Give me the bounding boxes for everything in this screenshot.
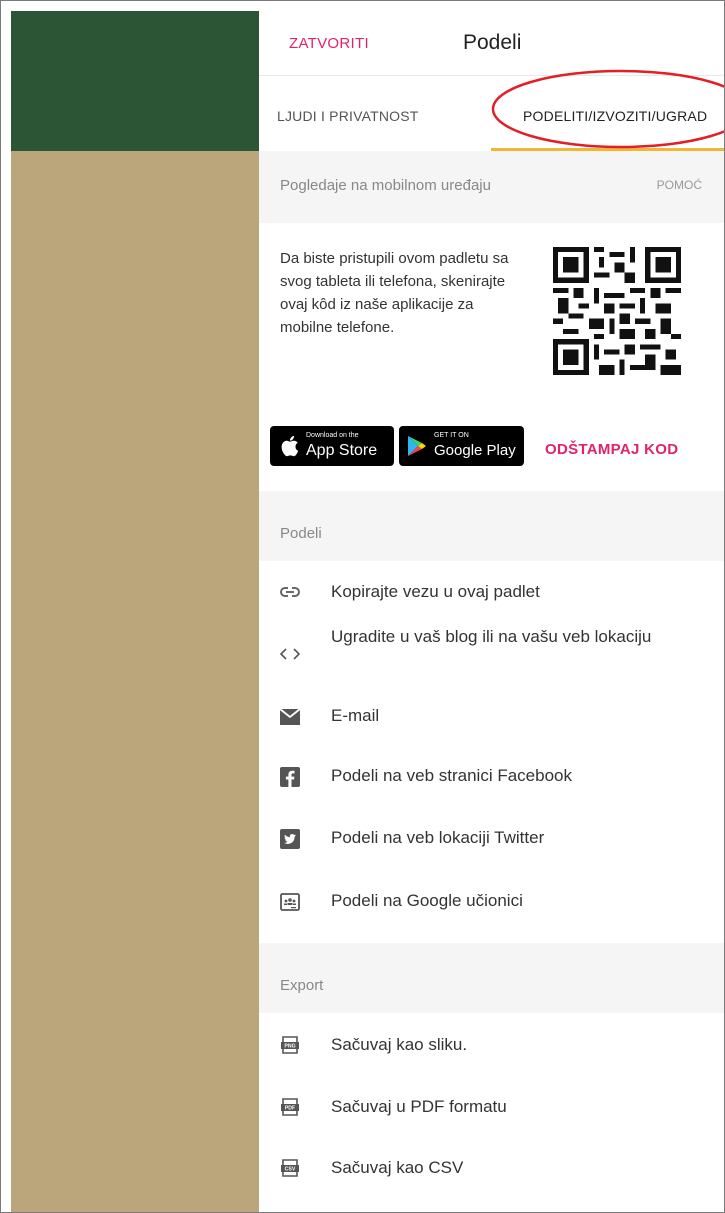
googleplay-big-text: Google Play xyxy=(434,442,516,459)
share-section-header: Podeli xyxy=(259,491,724,561)
screenshot-frame: ZATVORITI Podeli LJUDI I PRIVATNOST PODE… xyxy=(0,0,725,1213)
mobile-section-title: Pogledaje na mobilnom uređaju xyxy=(280,177,491,194)
tab-people-privacy[interactable]: LJUDI I PRIVATNOST xyxy=(277,108,419,124)
close-button[interactable]: ZATVORITI xyxy=(289,35,369,52)
share-panel: ZATVORITI Podeli LJUDI I PRIVATNOST PODE… xyxy=(259,11,724,1212)
panel-title: Podeli xyxy=(463,31,522,54)
qr-code-icon xyxy=(553,247,681,375)
mobile-description: Da biste pristupili ovom padletu sa svog… xyxy=(280,250,509,336)
export-item-image[interactable]: PNG Sačuvaj kao sliku. xyxy=(259,1026,724,1066)
mobile-section-header: Pogledaje na mobilnom uređaju POMOĆ xyxy=(259,151,724,223)
share-item-label: Podeli na veb stranici Facebook xyxy=(331,766,572,785)
share-item-email[interactable]: E-mail xyxy=(259,697,724,737)
export-section-title: Export xyxy=(280,977,324,994)
png-badge-text: PNG xyxy=(284,1044,295,1050)
annotation-ellipse xyxy=(491,69,724,149)
pdf-file-icon: PDF xyxy=(281,1098,299,1116)
help-link[interactable]: POMOĆ xyxy=(657,178,702,192)
google-play-button[interactable]: GET IT ON Google Play xyxy=(399,426,524,466)
export-item-csv[interactable]: CSV Sačuvaj kao CSV xyxy=(259,1149,724,1189)
google-classroom-icon xyxy=(280,893,300,911)
panel-header: ZATVORITI Podeli xyxy=(259,11,724,76)
export-item-pdf[interactable]: PDF Sačuvaj u PDF formatu xyxy=(259,1088,724,1128)
mail-icon xyxy=(279,708,301,725)
share-item-twitter[interactable]: Podeli na veb lokaciji Twitter xyxy=(259,819,724,859)
pdf-badge-text: PDF xyxy=(285,1106,295,1112)
export-section-header: Export xyxy=(259,943,724,1013)
code-icon xyxy=(279,648,301,660)
share-item-label: Ugradite u vaš blog ili na vašu veb loka… xyxy=(331,627,652,646)
padlet-wall-background xyxy=(11,151,259,1212)
share-item-label: Kopirajte vezu u ovaj padlet xyxy=(331,582,540,601)
print-code-button[interactable]: ODŠTAMPAJ KOD xyxy=(545,441,678,458)
csv-file-icon: CSV xyxy=(281,1159,299,1177)
share-item-google-classroom[interactable]: Podeli na Google učionici xyxy=(259,882,724,922)
google-play-icon xyxy=(408,436,426,456)
left-margin xyxy=(1,1,11,1212)
facebook-icon xyxy=(280,767,300,787)
share-item-label: Podeli na veb lokaciji Twitter xyxy=(331,828,545,847)
share-item-copy-link[interactable]: Kopirajte vezu u ovaj padlet xyxy=(259,573,724,613)
top-margin xyxy=(1,1,724,11)
share-section-title: Podeli xyxy=(280,525,322,542)
padlet-header-background xyxy=(11,11,259,151)
share-item-label: Podeli na Google učionici xyxy=(331,891,523,910)
export-item-label: Sačuvaj u PDF formatu xyxy=(331,1097,507,1116)
png-file-icon: PNG xyxy=(281,1036,299,1054)
googleplay-small-text: GET IT ON xyxy=(434,432,469,439)
twitter-icon xyxy=(280,829,300,849)
apple-icon xyxy=(281,435,299,457)
appstore-big-text: App Store xyxy=(306,442,378,459)
share-item-facebook[interactable]: Podeli na veb stranici Facebook xyxy=(259,757,724,797)
export-item-label: Sačuvaj kao CSV xyxy=(331,1158,464,1177)
appstore-small-text: Download on the xyxy=(306,432,359,439)
link-icon xyxy=(280,587,300,597)
share-item-embed[interactable]: Ugradite u vaš blog ili na vašu veb loka… xyxy=(259,623,724,687)
export-item-label: Sačuvaj kao sliku. xyxy=(331,1035,468,1054)
app-store-button[interactable]: Download on the App Store xyxy=(270,426,394,466)
csv-badge-text: CSV xyxy=(285,1167,296,1173)
share-item-label: E-mail xyxy=(331,706,380,725)
